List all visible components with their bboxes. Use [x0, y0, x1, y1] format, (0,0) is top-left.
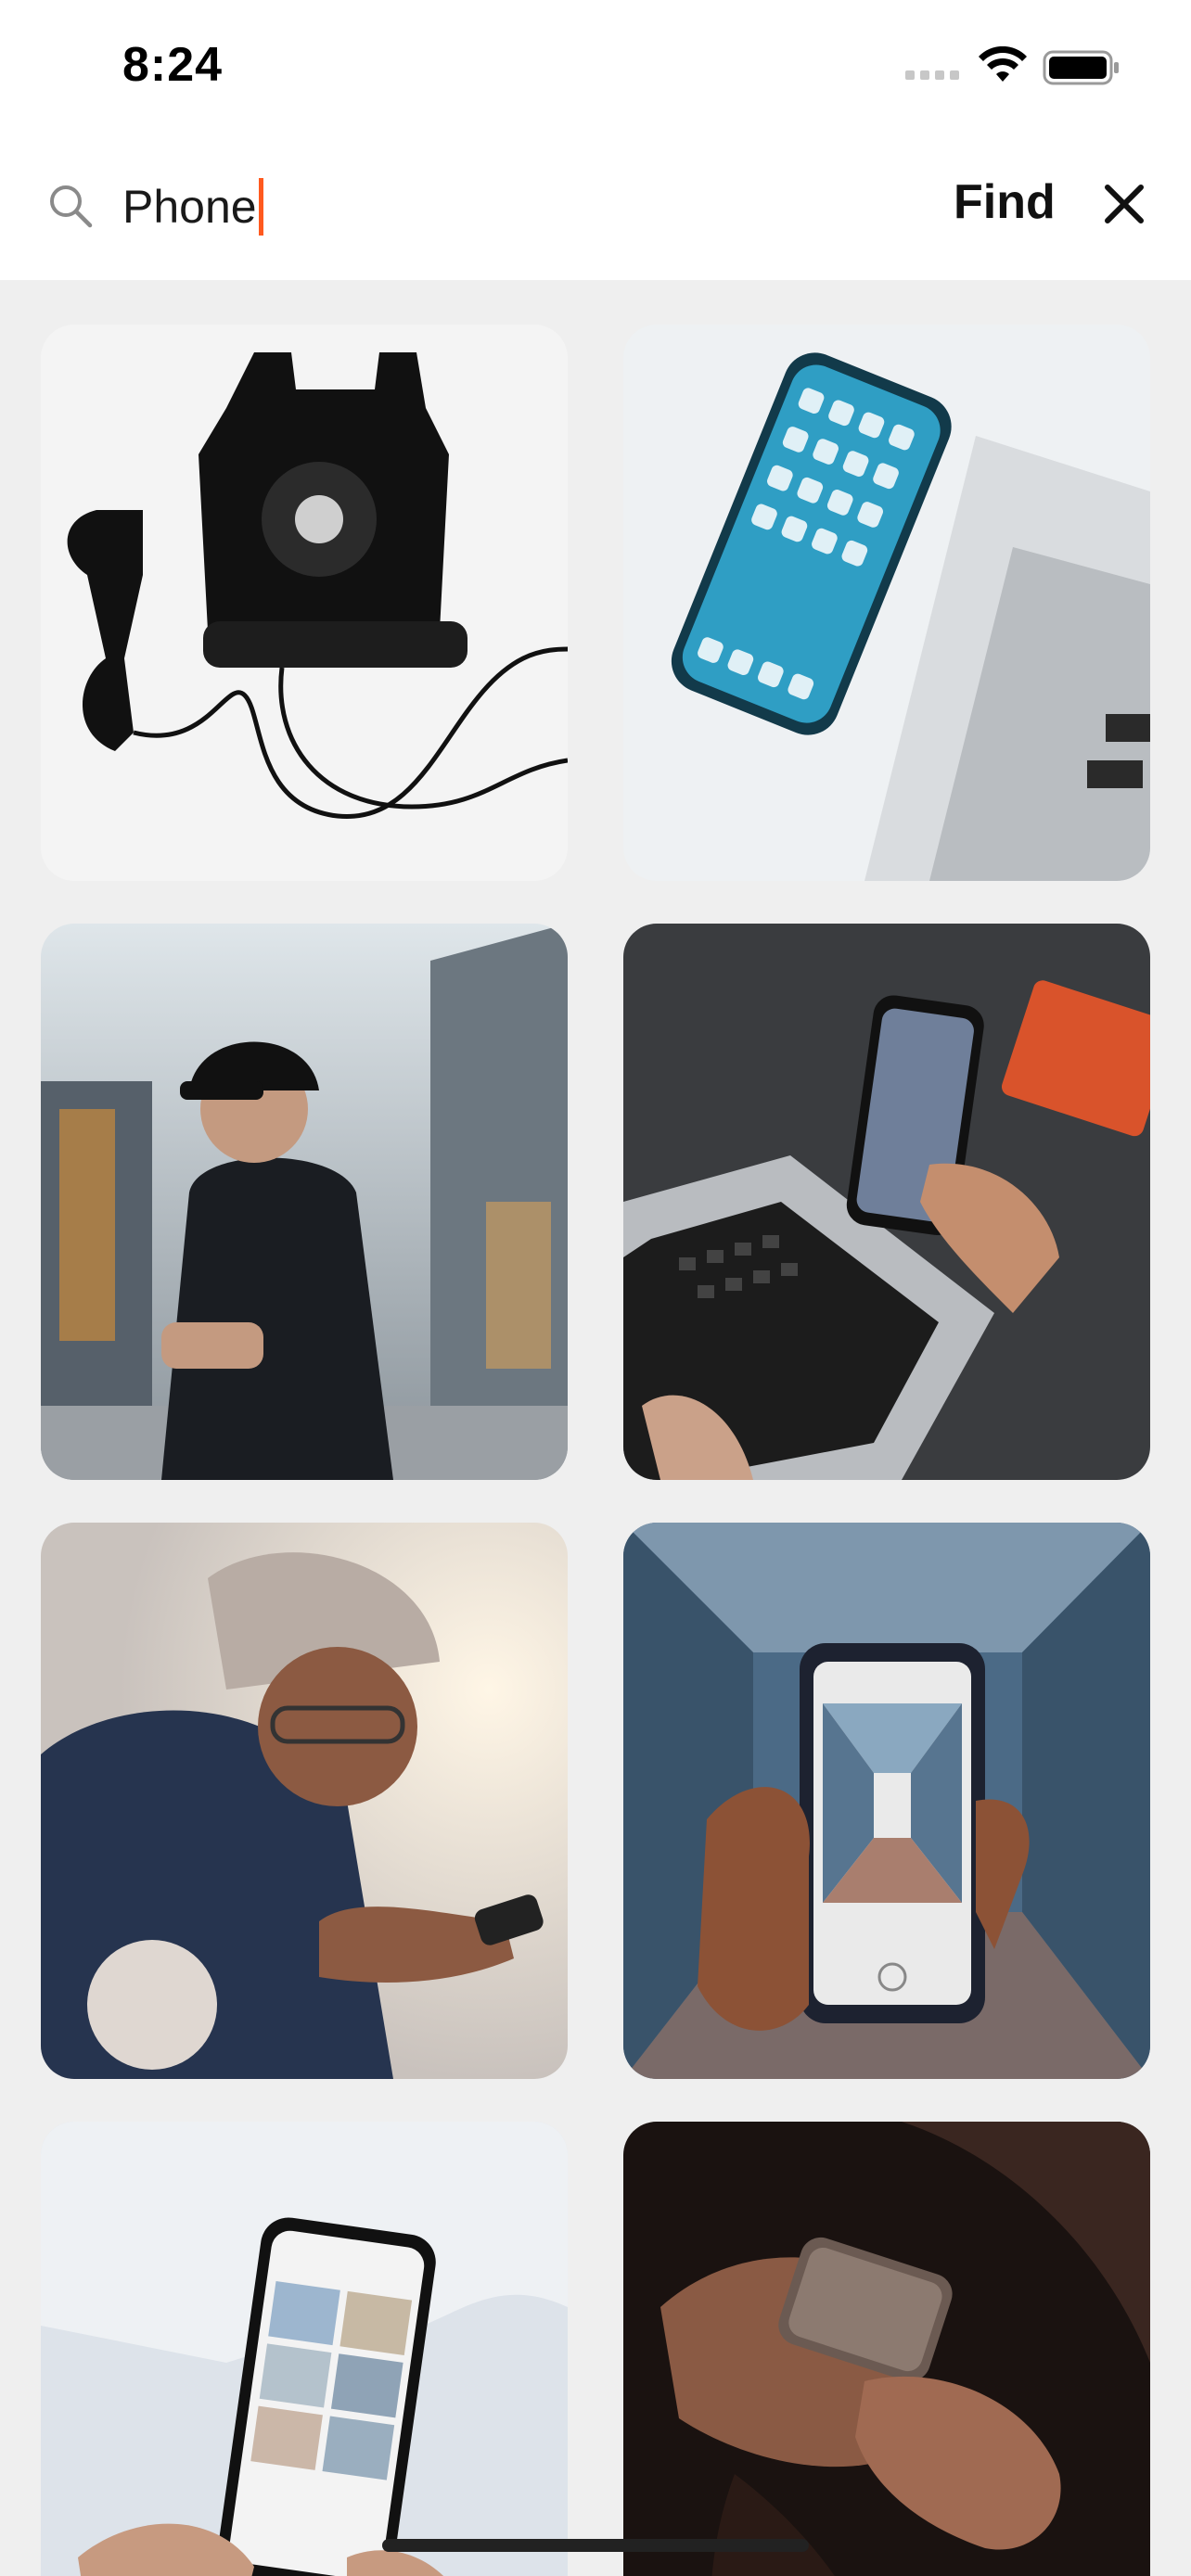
- battery-icon: [1043, 50, 1119, 85]
- status-time: 8:24: [122, 38, 224, 92]
- search-query-text: Phone: [122, 181, 257, 233]
- result-image-smartphone-desk[interactable]: [623, 325, 1150, 881]
- status-bar: 8:24: [0, 0, 1191, 139]
- result-image-phone-in-corridor[interactable]: [623, 1523, 1150, 2079]
- close-icon[interactable]: [1102, 182, 1146, 226]
- search-icon: [50, 185, 93, 228]
- search-input[interactable]: Phone: [122, 172, 902, 241]
- result-image-rotary-telephone[interactable]: [41, 325, 568, 881]
- signal-dots-icon: [905, 70, 959, 80]
- result-image-phone-with-photos[interactable]: [41, 2122, 568, 2576]
- results-grid: [0, 280, 1191, 2576]
- find-button[interactable]: Find: [954, 174, 1056, 230]
- result-image-smiling-person-texting[interactable]: [41, 1523, 568, 2079]
- home-indicator[interactable]: [382, 2539, 809, 2552]
- result-image-man-with-cap[interactable]: [41, 924, 568, 1480]
- wifi-icon: [979, 46, 1027, 82]
- result-image-phone-dark-background[interactable]: [623, 2122, 1150, 2576]
- text-caret: [258, 178, 263, 236]
- result-image-phone-over-laptop[interactable]: [623, 924, 1150, 1480]
